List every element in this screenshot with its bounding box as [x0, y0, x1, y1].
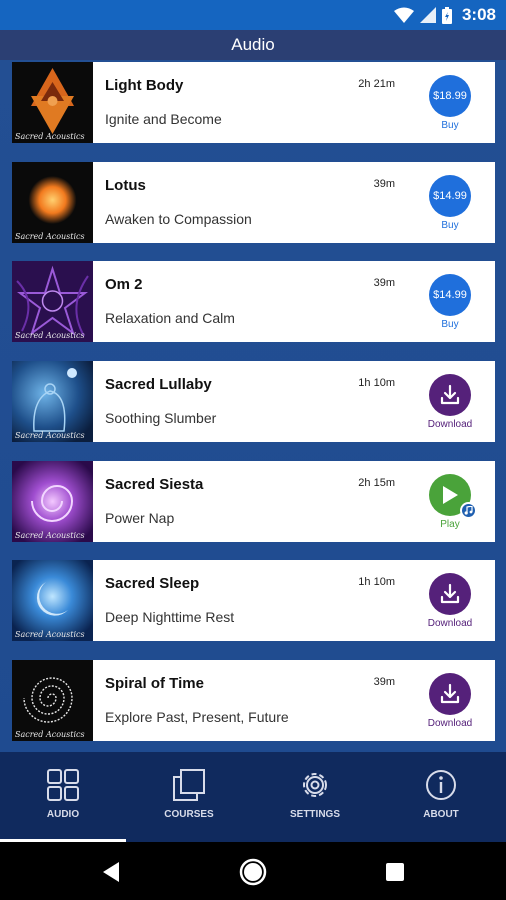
item-title: Lotus: [105, 177, 146, 194]
item-subtitle: Relaxation and Calm: [105, 310, 235, 326]
download-button[interactable]: Download: [422, 673, 478, 729]
buy-button[interactable]: $14.99 Buy: [422, 175, 478, 231]
buy-label[interactable]: Buy: [422, 319, 478, 330]
price-badge[interactable]: $14.99: [429, 175, 471, 217]
item-subtitle: Power Nap: [105, 510, 175, 526]
grid-icon: [47, 769, 79, 801]
recents-icon[interactable]: [380, 857, 410, 887]
item-subtitle: Deep Nighttime Rest: [105, 609, 235, 625]
item-duration: 2h 15m: [358, 477, 395, 489]
battery-icon: [441, 6, 452, 24]
nav-label: ABOUT: [423, 809, 459, 820]
album-art-sacred-lullaby: Sacred Acoustics: [12, 361, 93, 442]
item-duration: 1h 10m: [358, 377, 395, 389]
download-button[interactable]: Download: [422, 374, 478, 430]
nav-about[interactable]: ABOUT: [378, 752, 504, 842]
download-label[interactable]: Download: [422, 618, 478, 629]
audio-item-light-body[interactable]: Sacred Acoustics Light Body Ignite and B…: [12, 62, 495, 143]
item-title: Sacred Lullaby: [105, 376, 212, 393]
audio-item-sacred-lullaby[interactable]: Sacred Acoustics Sacred Lullaby Soothing…: [12, 361, 495, 442]
buy-button[interactable]: $18.99 Buy: [422, 75, 478, 131]
nav-label: AUDIO: [46, 809, 80, 820]
nav-settings[interactable]: SETTINGS: [252, 752, 378, 842]
music-note-icon: [460, 502, 477, 519]
album-art-spiral-of-time: Sacred Acoustics: [12, 660, 93, 741]
status-time: 3:08: [461, 5, 496, 24]
item-title: Om 2: [105, 276, 143, 293]
item-title: Light Body: [105, 77, 184, 94]
buy-label[interactable]: Buy: [422, 220, 478, 231]
price-badge[interactable]: $14.99: [429, 274, 471, 316]
brand-label: Sacred Acoustics: [15, 431, 85, 440]
cell-signal-icon: [419, 7, 436, 23]
item-subtitle: Awaken to Compassion: [105, 211, 252, 227]
status-bar: 3:08: [0, 0, 506, 30]
audio-item-sacred-sleep[interactable]: Sacred Acoustics Sacred Sleep Deep Night…: [12, 560, 495, 641]
audio-item-om-2[interactable]: Sacred Acoustics Om 2 Relaxation and Cal…: [12, 261, 495, 342]
item-duration: 2h 21m: [358, 78, 395, 90]
item-duration: 39m: [373, 178, 395, 190]
item-title: Spiral of Time: [105, 675, 204, 692]
item-title: Sacred Siesta: [105, 476, 204, 493]
play-label[interactable]: Play: [422, 519, 478, 530]
bottom-nav: AUDIO COURSES SETTINGS ABOUT: [0, 752, 506, 842]
page-title: Audio: [231, 35, 275, 54]
gear-icon: [303, 773, 327, 797]
item-duration: 1h 10m: [358, 576, 395, 588]
item-title: Sacred Sleep: [105, 575, 200, 592]
album-art-lotus: Sacred Acoustics: [12, 162, 93, 243]
audio-item-spiral-of-time[interactable]: Sacred Acoustics Spiral of Time Explore …: [12, 660, 495, 741]
app-bar: Audio: [0, 30, 506, 60]
audio-list[interactable]: Sacred Acoustics Light Body Ignite and B…: [0, 60, 506, 752]
stacked-squares-icon: [173, 769, 205, 801]
download-icon[interactable]: [429, 573, 471, 615]
brand-label: Sacred Acoustics: [15, 630, 85, 639]
play-button[interactable]: Play: [422, 474, 478, 530]
album-art-light-body: Sacred Acoustics: [12, 62, 93, 143]
item-subtitle: Explore Past, Present, Future: [105, 709, 289, 725]
download-icon[interactable]: [429, 673, 471, 715]
home-icon[interactable]: [238, 857, 268, 887]
buy-label[interactable]: Buy: [422, 120, 478, 131]
nav-audio[interactable]: AUDIO: [0, 752, 126, 842]
info-icon: [426, 770, 456, 800]
play-icon[interactable]: [429, 474, 477, 519]
item-duration: 39m: [373, 676, 395, 688]
back-icon[interactable]: [96, 857, 126, 887]
brand-label: Sacred Acoustics: [15, 531, 85, 540]
brand-label: Sacred Acoustics: [15, 730, 85, 739]
nav-courses[interactable]: COURSES: [126, 752, 252, 842]
item-subtitle: Soothing Slumber: [105, 410, 217, 426]
download-button[interactable]: Download: [422, 573, 478, 629]
nav-label: COURSES: [164, 809, 214, 820]
buy-button[interactable]: $14.99 Buy: [422, 274, 478, 330]
audio-item-lotus[interactable]: Sacred Acoustics Lotus Awaken to Compass…: [12, 162, 495, 243]
album-art-sacred-sleep: Sacred Acoustics: [12, 560, 93, 641]
wifi-icon: [393, 7, 414, 23]
brand-label: Sacred Acoustics: [15, 331, 85, 340]
item-subtitle: Ignite and Become: [105, 111, 222, 127]
audio-item-sacred-siesta[interactable]: Sacred Acoustics Sacred Siesta Power Nap…: [12, 461, 495, 542]
album-art-om-2: Sacred Acoustics: [12, 261, 93, 342]
item-duration: 39m: [373, 277, 395, 289]
system-navigation-bar: [0, 842, 506, 900]
download-icon[interactable]: [429, 374, 471, 416]
album-art-sacred-siesta: Sacred Acoustics: [12, 461, 93, 542]
status-icons: 3:08: [393, 4, 496, 26]
brand-label: Sacred Acoustics: [15, 132, 85, 141]
price-badge[interactable]: $18.99: [429, 75, 471, 117]
nav-label: SETTINGS: [289, 809, 340, 820]
download-label[interactable]: Download: [422, 718, 478, 729]
brand-label: Sacred Acoustics: [15, 232, 85, 241]
download-label[interactable]: Download: [422, 419, 478, 430]
